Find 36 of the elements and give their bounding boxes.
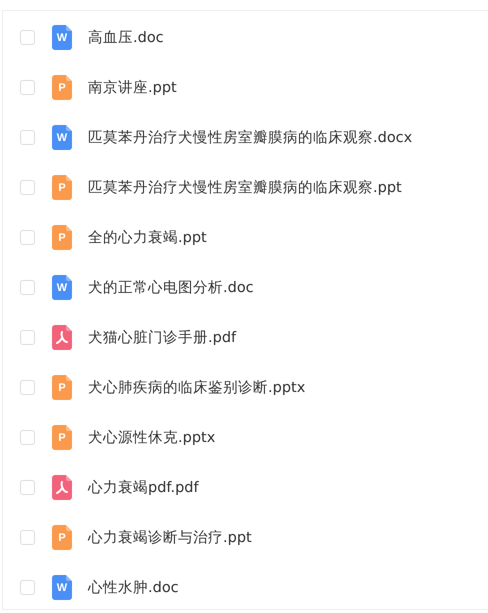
presentation-icon: P bbox=[52, 374, 72, 400]
word-document-icon: W bbox=[52, 24, 72, 50]
checkbox[interactable] bbox=[20, 430, 35, 444]
checkbox[interactable] bbox=[20, 230, 35, 244]
presentation-icon: P bbox=[52, 224, 72, 250]
file-name[interactable]: 犬心肺疾病的临床鉴别诊断.pptx bbox=[88, 378, 306, 396]
file-name[interactable]: 犬心源性休克.pptx bbox=[88, 428, 216, 446]
file-name[interactable]: 高血压.doc bbox=[88, 28, 164, 46]
file-name[interactable]: 心性水肿.doc bbox=[88, 578, 179, 596]
word-document-icon: W bbox=[52, 274, 72, 300]
file-name[interactable]: 心力衰竭pdf.pdf bbox=[88, 478, 199, 496]
presentation-icon: P bbox=[52, 74, 72, 100]
file-name[interactable]: 犬猫心脏门诊手册.pdf bbox=[88, 328, 236, 346]
file-name[interactable]: 全的心力衰竭.ppt bbox=[88, 228, 207, 246]
file-name[interactable]: 匹莫苯丹治疗犬慢性房室瓣膜病的临床观察.docx bbox=[88, 128, 412, 146]
checkbox[interactable] bbox=[20, 180, 35, 194]
checkbox[interactable] bbox=[20, 80, 35, 94]
checkbox[interactable] bbox=[20, 30, 35, 44]
checkbox[interactable] bbox=[20, 130, 35, 144]
checkbox[interactable] bbox=[20, 580, 35, 594]
checkbox[interactable] bbox=[20, 530, 35, 544]
word-document-icon: W bbox=[52, 124, 72, 150]
checkbox[interactable] bbox=[20, 330, 35, 344]
presentation-icon: P bbox=[52, 174, 72, 200]
checkbox[interactable] bbox=[20, 380, 35, 394]
file-name[interactable]: 犬的正常心电图分析.doc bbox=[88, 278, 254, 296]
file-name[interactable]: 匹莫苯丹治疗犬慢性房室瓣膜病的临床观察.ppt bbox=[88, 178, 402, 196]
file-name[interactable]: 南京讲座.ppt bbox=[88, 78, 177, 96]
pdf-icon bbox=[52, 474, 72, 500]
checkbox[interactable] bbox=[20, 480, 35, 494]
presentation-icon: P bbox=[52, 524, 72, 550]
file-name[interactable]: 心力衰竭诊断与治疗.ppt bbox=[88, 528, 252, 546]
checkbox[interactable] bbox=[20, 280, 35, 294]
word-document-icon: W bbox=[52, 574, 72, 600]
presentation-icon: P bbox=[52, 424, 72, 450]
pdf-icon bbox=[52, 324, 72, 350]
